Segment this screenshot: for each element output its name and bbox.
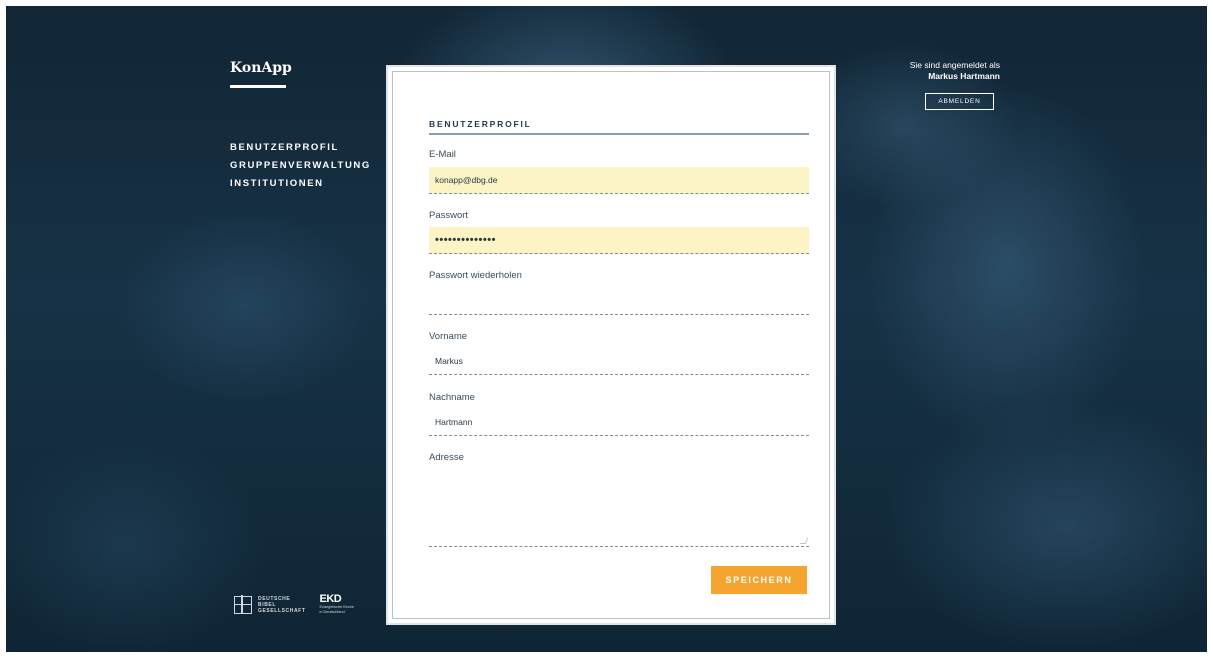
footer-logos: DEUTSCHE BIBEL GESELLSCHAFT EKD Evangeli… [233, 594, 354, 615]
ekd-logo: EKD Evangelische Kirche in Deutschland [319, 594, 353, 615]
background: KonApp BENUTZERPROFIL GRUPPENVERWALTUNG … [6, 6, 1207, 652]
password-field[interactable]: •••••••••••••• [429, 227, 809, 254]
password-repeat-label: Passwort wiederholen [429, 270, 522, 281]
ekd-sub-2: in Deutschland [319, 610, 345, 614]
password-label: Passwort [429, 210, 469, 221]
dbg-logo-icon [233, 595, 252, 614]
lastname-label: Nachname [429, 392, 475, 403]
ekd-title: EKD [319, 593, 342, 605]
logout-button[interactable]: ABMELDEN [925, 93, 994, 110]
address-textarea[interactable] [429, 467, 809, 547]
lastname-field[interactable]: Hartmann [429, 409, 809, 436]
email-label: E-Mail [429, 149, 456, 160]
user-info: Sie sind angemeldet als Markus Hartmann [910, 60, 1000, 82]
nav-item-institutionen[interactable]: INSTITUTIONEN [230, 175, 371, 193]
nav-item-gruppenverwaltung[interactable]: GRUPPENVERWALTUNG [230, 157, 371, 175]
dbg-line-3: GESELLSCHAFT [258, 607, 306, 614]
save-button[interactable]: SPEICHERN [711, 566, 807, 594]
signed-in-text: Sie sind angemeldet als [909, 60, 1000, 70]
user-name: Markus Hartmann [928, 71, 1000, 81]
password-repeat-field[interactable] [429, 288, 809, 315]
form-title: BENUTZERPROFIL [429, 119, 809, 135]
dbg-logo-text: DEUTSCHE BIBEL GESELLSCHAFT [258, 596, 305, 614]
email-field[interactable]: konapp@dbg.de [429, 167, 809, 194]
main-nav: BENUTZERPROFIL GRUPPENVERWALTUNG INSTITU… [230, 139, 371, 193]
firstname-label: Vorname [429, 331, 468, 342]
firstname-field[interactable]: Markus [429, 348, 809, 375]
address-label: Adresse [429, 452, 464, 463]
profile-card: BENUTZERPROFIL E-Mail konapp@dbg.de Pass… [386, 65, 836, 625]
app-logo[interactable]: KonApp [230, 60, 292, 76]
resize-handle-icon[interactable] [799, 538, 809, 544]
logo-underline [230, 85, 286, 88]
nav-item-benutzerprofil[interactable]: BENUTZERPROFIL [230, 139, 371, 157]
card-frame: BENUTZERPROFIL E-Mail konapp@dbg.de Pass… [392, 71, 830, 619]
